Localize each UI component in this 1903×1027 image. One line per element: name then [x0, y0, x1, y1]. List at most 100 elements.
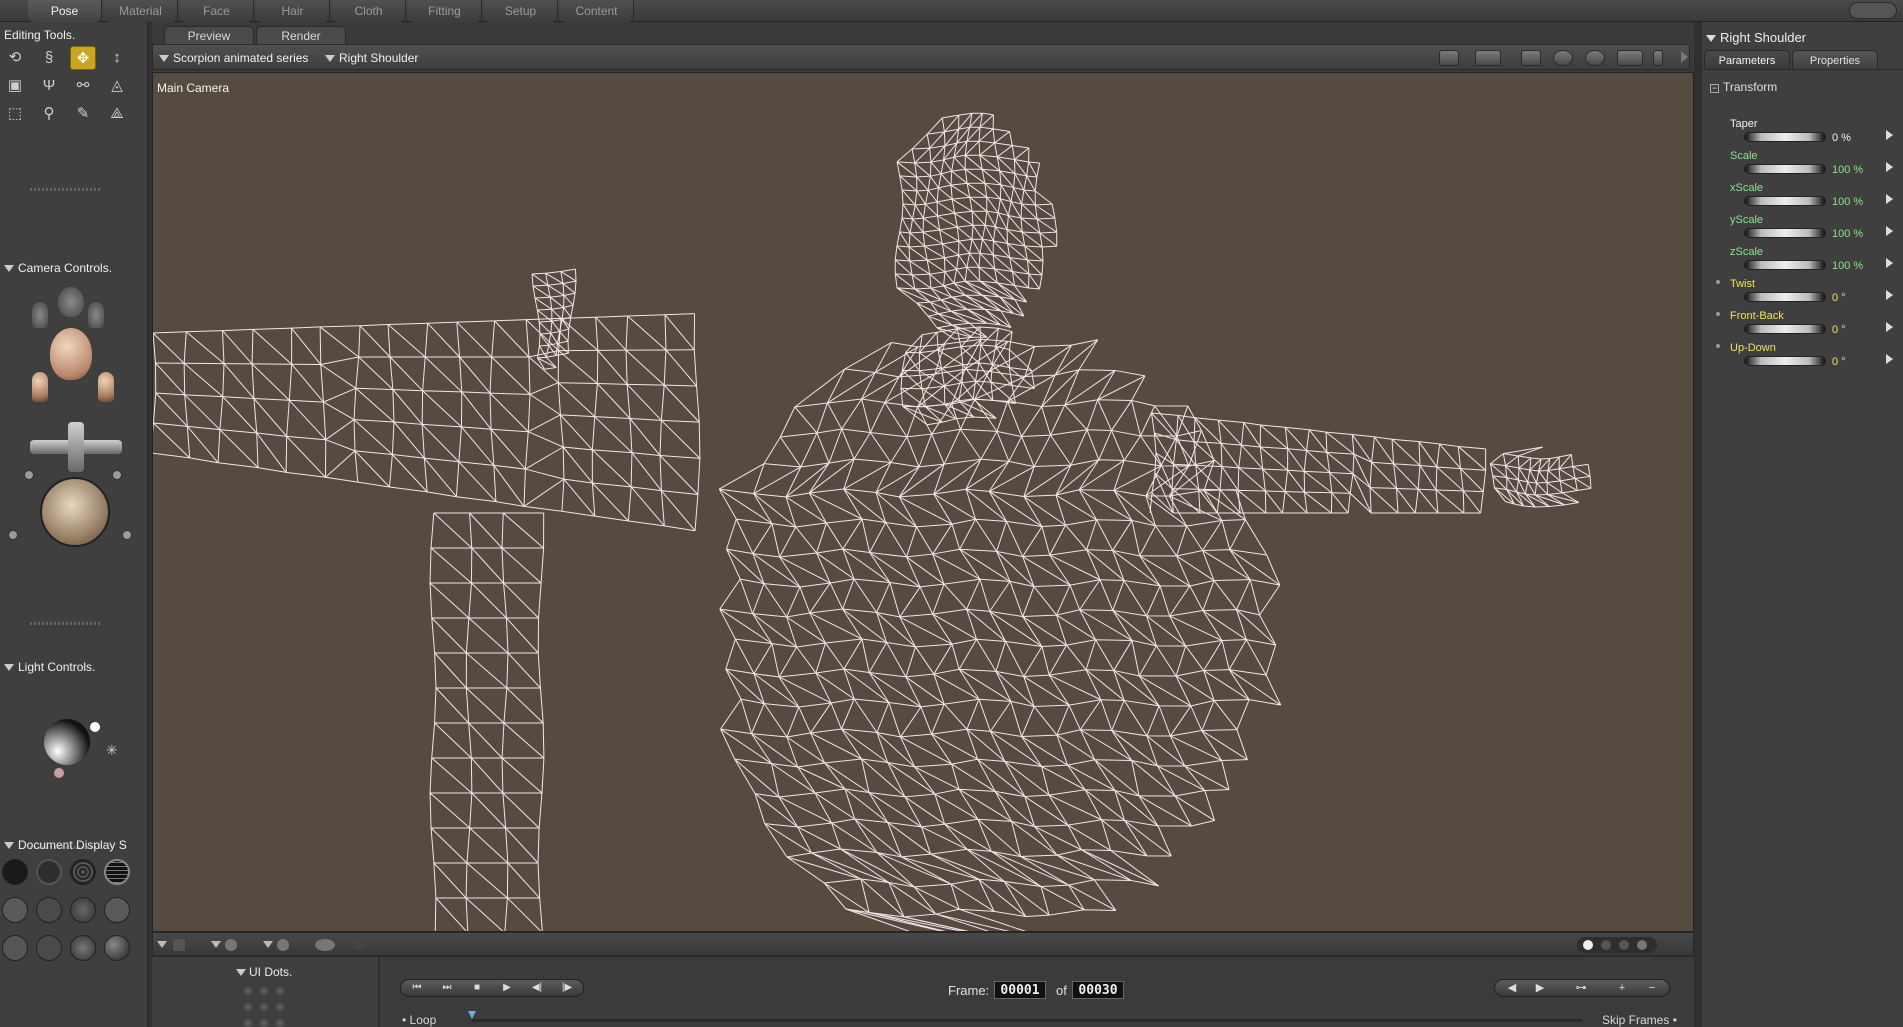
param-dial[interactable] — [1744, 356, 1826, 366]
room-tab-material[interactable]: Material — [104, 0, 178, 22]
camera-head-icon[interactable] — [50, 328, 92, 380]
rotate-tool-icon[interactable]: ⟲ — [2, 46, 28, 70]
ui-dot[interactable] — [242, 1017, 254, 1027]
tab-parameters[interactable]: Parameters — [1704, 50, 1790, 70]
param-row[interactable]: Taper 0 % — [1702, 118, 1903, 150]
left-hand-camera-icon[interactable] — [32, 302, 48, 328]
figure-select[interactable]: Scorpion animated series — [159, 51, 308, 65]
param-value[interactable]: 0 % — [1832, 132, 1851, 144]
param-dial[interactable] — [1744, 260, 1826, 270]
total-frames-field[interactable]: 00030 — [1072, 981, 1124, 999]
footer-menu-icon[interactable] — [157, 941, 167, 948]
twist-tool-icon[interactable]: § — [36, 46, 62, 70]
param-menu-arrow-icon[interactable] — [1886, 354, 1893, 364]
room-tab-cloth[interactable]: Cloth — [332, 0, 406, 22]
panel-grip[interactable] — [30, 188, 100, 191]
ui-dot[interactable] — [258, 1017, 270, 1027]
light-sun-icon[interactable]: ✳ — [106, 742, 118, 759]
skip-frames-toggle[interactable]: Skip Frames • — [1602, 1013, 1677, 1027]
eye-icon[interactable] — [1553, 50, 1573, 66]
display-shaded-button[interactable] — [104, 935, 130, 961]
loop-toggle[interactable]: • Loop — [402, 1013, 436, 1027]
footer-dot-icon[interactable] — [225, 939, 237, 951]
dual-camera-icon[interactable] — [1475, 50, 1501, 66]
footer-menu-icon[interactable] — [263, 941, 273, 948]
footer-square-icon[interactable] — [173, 939, 185, 951]
current-frame-field[interactable]: 00001 — [994, 981, 1046, 999]
view-pager[interactable] — [1577, 937, 1657, 953]
display-smooth-shaded-button[interactable] — [2, 935, 28, 961]
timeline-slider[interactable] — [472, 1019, 1582, 1022]
param-row[interactable]: yScale 100 % — [1702, 214, 1903, 246]
footer-dot-icon[interactable] — [353, 939, 365, 951]
play-icon[interactable]: ▶ — [493, 982, 521, 994]
light-position-dot[interactable] — [90, 722, 100, 732]
camera-dot-icon[interactable] — [24, 470, 34, 480]
remove-key-icon[interactable]: − — [1637, 982, 1667, 994]
prev-key-icon[interactable]: ◀ — [1497, 982, 1527, 994]
display-texture-shaded-button[interactable] — [36, 935, 62, 961]
key-icon[interactable]: ⊶ — [1559, 982, 1603, 994]
ui-dot[interactable] — [242, 985, 254, 997]
footer-menu-icon[interactable] — [211, 941, 221, 948]
param-menu-arrow-icon[interactable] — [1886, 130, 1893, 140]
morph-brush-icon[interactable]: ✎ — [70, 102, 96, 126]
param-dial[interactable] — [1744, 292, 1826, 302]
go-to-start-icon[interactable]: ⏮ — [403, 982, 431, 994]
view-magnifier-icon[interactable]: ⚲ — [36, 102, 62, 126]
right-hand-icon[interactable] — [98, 372, 114, 402]
ui-dot[interactable] — [274, 1017, 286, 1027]
ui-dot[interactable] — [242, 1001, 254, 1013]
ui-dot[interactable] — [274, 1001, 286, 1013]
room-tab-fitting[interactable]: Fitting — [408, 0, 482, 22]
move-view-icon[interactable] — [1617, 50, 1643, 66]
footer-spheres-icon[interactable] — [315, 939, 335, 951]
wireframe-figure[interactable] — [153, 73, 1694, 932]
chain-break-icon[interactable]: ⚯ — [70, 74, 96, 98]
step-forward-icon[interactable]: |▶ — [553, 982, 581, 994]
scale-tool-icon[interactable]: ▣ — [2, 74, 28, 98]
param-dial[interactable] — [1744, 324, 1826, 334]
left-hand-icon[interactable] — [32, 372, 48, 402]
room-tab-hair[interactable]: Hair — [256, 0, 330, 22]
grouping-tool-icon[interactable]: ⬚ — [2, 102, 28, 126]
display-cartoon-button[interactable] — [104, 897, 130, 923]
param-value[interactable]: 100 % — [1832, 228, 1863, 240]
footer-dot-icon[interactable] — [277, 939, 289, 951]
right-panel-divider[interactable] — [1694, 22, 1702, 1027]
ui-dot[interactable] — [258, 985, 270, 997]
ui-dot[interactable] — [258, 1001, 270, 1013]
param-value[interactable]: 0 ° — [1832, 324, 1846, 336]
slider-icon[interactable] — [1653, 50, 1663, 66]
room-tab-content[interactable]: Content — [560, 0, 634, 22]
param-value[interactable]: 0 ° — [1832, 356, 1846, 368]
param-row[interactable]: zScale 100 % — [1702, 246, 1903, 278]
param-menu-arrow-icon[interactable] — [1886, 290, 1893, 300]
light-ball-icon[interactable] — [44, 719, 90, 765]
param-dial[interactable] — [1744, 132, 1826, 142]
param-menu-arrow-icon[interactable] — [1886, 194, 1893, 204]
param-value[interactable]: 100 % — [1832, 164, 1863, 176]
ui-dot[interactable] — [274, 985, 286, 997]
camera-lock-icon[interactable] — [8, 530, 18, 540]
display-wireframe-button[interactable] — [70, 859, 96, 885]
tab-properties[interactable]: Properties — [1792, 50, 1878, 70]
display-hidden-line-button[interactable] — [104, 859, 130, 885]
param-row[interactable]: Up-Down 0 ° — [1702, 342, 1903, 374]
param-dial[interactable] — [1744, 164, 1826, 174]
camera-face-icon[interactable] — [58, 287, 84, 317]
display-silhouette-button[interactable] — [2, 859, 28, 885]
param-value[interactable]: 0 ° — [1832, 292, 1846, 304]
display-outline-button[interactable] — [36, 859, 62, 885]
display-flat-lined-button[interactable] — [70, 897, 96, 923]
param-row[interactable]: xScale 100 % — [1702, 182, 1903, 214]
param-menu-arrow-icon[interactable] — [1886, 162, 1893, 172]
target-icon[interactable] — [1585, 50, 1605, 66]
param-value[interactable]: 100 % — [1832, 260, 1863, 272]
transform-section[interactable]: − Transform — [1710, 80, 1777, 94]
tab-preview[interactable]: Preview — [164, 26, 254, 44]
move-y-icon[interactable] — [68, 422, 84, 472]
param-dial[interactable] — [1744, 228, 1826, 238]
param-menu-arrow-icon[interactable] — [1886, 258, 1893, 268]
display-lit-wireframe-button[interactable] — [2, 897, 28, 923]
